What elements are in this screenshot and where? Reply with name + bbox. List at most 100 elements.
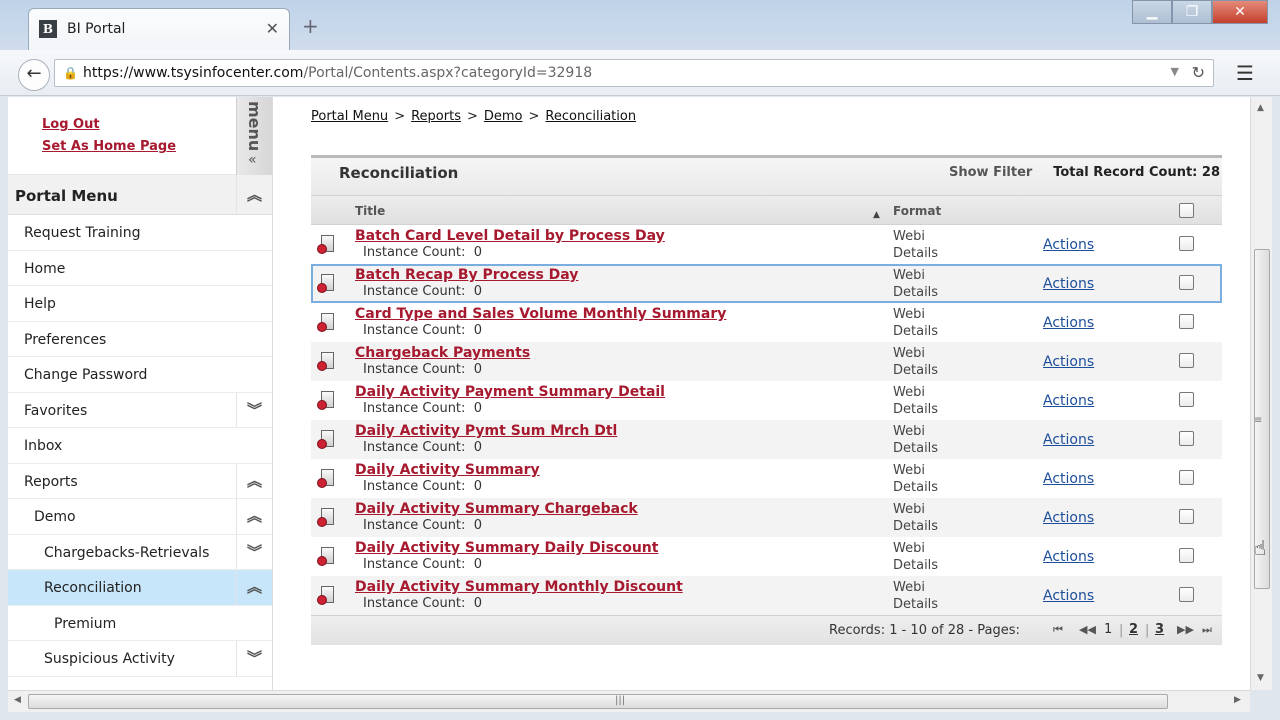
row-checkbox[interactable] [1179, 509, 1194, 524]
browser-tab[interactable]: B BI Portal ✕ [28, 8, 290, 50]
sidebar-item-request-training[interactable]: Request Training [8, 215, 272, 251]
row-checkbox[interactable] [1179, 236, 1194, 251]
chevron-up-icon[interactable]: ︽ [236, 499, 272, 534]
logout-link[interactable]: Log Out [42, 117, 100, 132]
table-row[interactable]: Daily Activity Payment Summary Detail Ins… [311, 381, 1222, 420]
table-row[interactable]: Batch Card Level Detail by Process Day In… [311, 225, 1222, 264]
scroll-right-arrow-icon[interactable]: ▶ [1234, 695, 1241, 705]
row-checkbox[interactable] [1179, 275, 1194, 290]
close-icon[interactable]: ✕ [1212, 0, 1268, 24]
scroll-up-arrow-icon[interactable]: ▲ [1257, 103, 1264, 113]
actions-link[interactable]: Actions [1043, 471, 1094, 487]
row-checkbox[interactable] [1179, 353, 1194, 368]
actions-link[interactable]: Actions [1043, 393, 1094, 409]
actions-link[interactable]: Actions [1043, 549, 1094, 565]
table-row[interactable]: Batch Recap By Process Day Instance Count… [311, 264, 1222, 303]
page-3-link[interactable]: 3 [1155, 622, 1164, 637]
breadcrumb-demo[interactable]: Demo [484, 109, 523, 124]
sidebar-item-favorites[interactable]: Favorites ︾ [8, 392, 272, 428]
scroll-down-arrow-icon[interactable]: ▼ [1257, 673, 1264, 683]
minimize-icon[interactable]: ▁ [1132, 0, 1172, 24]
menu-toggle-handle[interactable]: menu « [236, 97, 272, 175]
chevron-up-icon[interactable]: ︽ [236, 570, 272, 605]
breadcrumb-reconciliation[interactable]: Reconciliation [545, 109, 636, 124]
report-title-link[interactable]: Daily Activity Payment Summary Detail [355, 384, 665, 400]
actions-link[interactable]: Actions [1043, 432, 1094, 448]
chevron-down-icon[interactable]: ︾ [236, 392, 272, 427]
portal-menu-collapse[interactable]: ︽ [236, 175, 272, 215]
vertical-scrollbar[interactable]: ▲ ≡ ▼ [1250, 97, 1272, 690]
next-page-icon[interactable]: ▶▶ [1177, 623, 1194, 636]
sidebar-item-inbox[interactable]: Inbox [8, 428, 272, 464]
row-checkbox[interactable] [1179, 548, 1194, 563]
horizontal-scroll-thumb[interactable]: ||| [28, 694, 1168, 709]
table-row[interactable]: Daily Activity Summary Instance Count: 0 W… [311, 459, 1222, 498]
url-dropdown-icon[interactable]: ▼ [1171, 65, 1179, 78]
actions-link[interactable]: Actions [1043, 237, 1094, 253]
sidebar-item-premium[interactable]: Premium [8, 606, 272, 641]
sidebar-top: Log Out Set As Home Page menu « [8, 97, 272, 175]
page-2-link[interactable]: 2 [1129, 622, 1138, 637]
chevron-down-icon[interactable]: ︾ [236, 641, 272, 676]
table-row[interactable]: Card Type and Sales Volume Monthly Summa… [311, 303, 1222, 342]
actions-link[interactable]: Actions [1043, 588, 1094, 604]
row-checkbox[interactable] [1179, 392, 1194, 407]
report-title-link[interactable]: Daily Activity Summary Daily Discount [355, 540, 658, 556]
report-title-link[interactable]: Daily Activity Summary Chargeback [355, 501, 638, 517]
report-title-link[interactable]: Daily Activity Summary Monthly Discount [355, 579, 683, 595]
show-filter-button[interactable]: Show Filter [949, 165, 1032, 180]
sidebar-item-reports[interactable]: Reports ︽ [8, 463, 272, 499]
row-checkbox[interactable] [1179, 431, 1194, 446]
maximize-icon[interactable]: ❐ [1172, 0, 1212, 24]
scroll-left-arrow-icon[interactable]: ◀ [14, 695, 21, 705]
set-home-link[interactable]: Set As Home Page [42, 139, 176, 154]
actions-link[interactable]: Actions [1043, 510, 1094, 526]
report-title-link[interactable]: Daily Activity Pymt Sum Mrch Dtl [355, 423, 617, 439]
column-format-header[interactable]: Format [893, 204, 941, 218]
sidebar-item-help[interactable]: Help [8, 286, 272, 322]
webi-document-icon [317, 391, 339, 411]
select-all-checkbox[interactable] [1179, 203, 1194, 218]
reload-icon[interactable]: ↻ [1192, 63, 1205, 82]
row-checkbox[interactable] [1179, 587, 1194, 602]
table-row[interactable]: Chargeback Payments Instance Count: 0 Webi… [311, 342, 1222, 381]
sidebar-item-change-password[interactable]: Change Password [8, 357, 272, 393]
sidebar-item-demo[interactable]: Demo ︽ [8, 499, 272, 535]
report-title-link[interactable]: Batch Recap By Process Day [355, 267, 578, 283]
table-row[interactable]: Daily Activity Summary Chargeback Instanc… [311, 498, 1222, 537]
report-title-link[interactable]: Chargeback Payments [355, 345, 530, 361]
report-title-link[interactable]: Card Type and Sales Volume Monthly Summa… [355, 306, 726, 322]
previous-page-icon[interactable]: ◀◀ [1079, 623, 1096, 636]
sidebar-item-suspicious-activity[interactable]: Suspicious Activity ︾ [8, 641, 272, 677]
table-row[interactable]: Daily Activity Summary Monthly Discount I… [311, 576, 1222, 615]
tab-close-icon[interactable]: ✕ [266, 19, 279, 38]
sidebar-item-chargebacks-retrievals[interactable]: Chargebacks-Retrievals ︾ [8, 534, 272, 570]
sort-ascending-icon[interactable]: ▲ [873, 210, 880, 220]
column-title-header[interactable]: Title [355, 204, 385, 218]
new-tab-button[interactable]: + [302, 14, 319, 38]
actions-link[interactable]: Actions [1043, 354, 1094, 370]
breadcrumb-reports[interactable]: Reports [411, 109, 461, 124]
report-title-link[interactable]: Daily Activity Summary [355, 462, 540, 478]
last-page-icon[interactable]: ⏭ [1202, 623, 1212, 637]
address-bar[interactable]: 🔒 https://www.tsysinfocenter.com/Portal/… [54, 59, 1214, 87]
chevron-up-icon[interactable]: ︽ [236, 463, 272, 498]
portal-menu-header[interactable]: Portal Menu ︽ [8, 175, 272, 215]
row-checkbox[interactable] [1179, 314, 1194, 329]
table-row[interactable]: Daily Activity Pymt Sum Mrch Dtl Instance… [311, 420, 1222, 459]
horizontal-scrollbar[interactable]: ◀ ||| ▶ [8, 690, 1250, 712]
report-title-link[interactable]: Batch Card Level Detail by Process Day [355, 228, 665, 244]
sidebar-item-preferences[interactable]: Preferences [8, 322, 272, 357]
breadcrumb-portal-menu[interactable]: Portal Menu [311, 109, 388, 124]
actions-link[interactable]: Actions [1043, 315, 1094, 331]
hamburger-menu-icon[interactable]: ☰ [1236, 61, 1258, 85]
row-checkbox[interactable] [1179, 470, 1194, 485]
sidebar-item-reconciliation[interactable]: Reconciliation ︽ [8, 570, 272, 606]
actions-link[interactable]: Actions [1043, 276, 1094, 292]
webi-document-icon [317, 274, 339, 294]
first-page-icon[interactable]: ⏮ [1053, 623, 1063, 637]
back-arrow-icon[interactable]: ← [18, 59, 50, 91]
sidebar-item-home[interactable]: Home [8, 251, 272, 286]
chevron-down-icon[interactable]: ︾ [236, 534, 272, 569]
table-row[interactable]: Daily Activity Summary Daily Discount Ins… [311, 537, 1222, 576]
